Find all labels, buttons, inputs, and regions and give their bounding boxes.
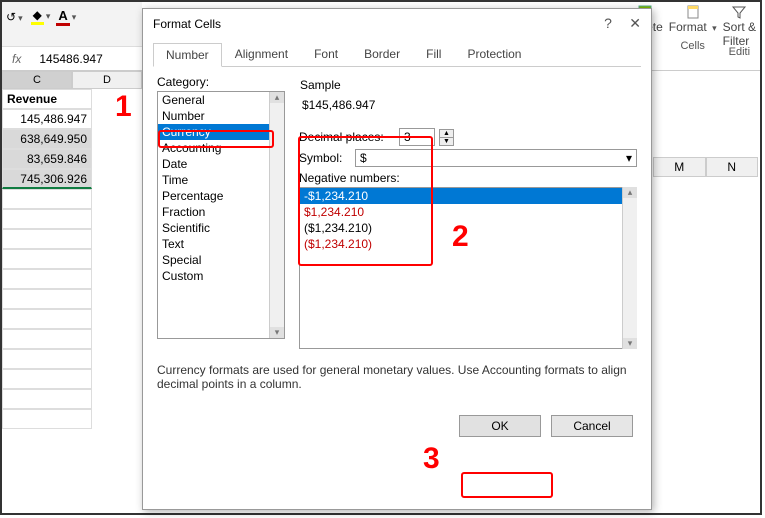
negative-scrollbar[interactable]: ▴▾ bbox=[622, 187, 637, 349]
empty-cell[interactable] bbox=[2, 409, 92, 429]
category-label: Category: bbox=[157, 75, 285, 89]
category-item-currency[interactable]: Currency bbox=[158, 124, 284, 140]
dialog-title: Format Cells bbox=[153, 17, 221, 31]
table-row[interactable]: 145,486.947 bbox=[2, 109, 92, 129]
tab-font[interactable]: Font bbox=[301, 42, 351, 66]
chevron-down-icon: ▾ bbox=[626, 151, 632, 165]
empty-cell[interactable] bbox=[2, 349, 92, 369]
empty-cell[interactable] bbox=[2, 189, 92, 209]
symbol-select[interactable]: $▾ bbox=[355, 149, 637, 167]
category-item-date[interactable]: Date bbox=[158, 156, 284, 172]
decimal-places-input[interactable]: 3 bbox=[399, 128, 435, 146]
sample-value: $145,486.947 bbox=[300, 94, 636, 116]
annotation-1: 1 bbox=[115, 90, 132, 124]
tab-number[interactable]: Number bbox=[153, 43, 222, 67]
spreadsheet-right-fragment: M N bbox=[653, 157, 758, 177]
category-item-fraction[interactable]: Fraction bbox=[158, 204, 284, 220]
category-item-text[interactable]: Text bbox=[158, 236, 284, 252]
annotation-3: 3 bbox=[423, 442, 440, 476]
negative-numbers-label: Negative numbers: bbox=[299, 171, 637, 185]
category-item-time[interactable]: Time bbox=[158, 172, 284, 188]
empty-cell[interactable] bbox=[2, 289, 92, 309]
fill-color-button[interactable]: ◆▾ bbox=[31, 8, 51, 22]
empty-cell[interactable] bbox=[2, 389, 92, 409]
format-button[interactable]: Format ▾ Cells bbox=[669, 4, 717, 58]
tab-fill[interactable]: Fill bbox=[413, 42, 454, 66]
negative-option[interactable]: -$1,234.210 bbox=[300, 188, 636, 204]
decimal-places-label: Decimal places: bbox=[299, 130, 395, 144]
sort-filter-button[interactable]: Sort & Filter Editi bbox=[723, 4, 756, 58]
ribbon-fragment: ↺▾ ◆▾ A▾ ↘ bbox=[2, 2, 142, 47]
cell-header-revenue[interactable]: Revenue bbox=[2, 89, 92, 109]
category-item-scientific[interactable]: Scientific bbox=[158, 220, 284, 236]
close-button[interactable]: ✕ bbox=[629, 15, 641, 31]
column-header-c[interactable]: C bbox=[2, 71, 72, 89]
category-item-custom[interactable]: Custom bbox=[158, 268, 284, 284]
column-header-n[interactable]: N bbox=[706, 157, 759, 177]
negative-option[interactable]: $1,234.210 bbox=[300, 204, 636, 220]
empty-cell[interactable] bbox=[2, 249, 92, 269]
decimal-places-stepper[interactable]: ▲▼ bbox=[439, 129, 454, 146]
column-header-m[interactable]: M bbox=[653, 157, 706, 177]
category-scrollbar[interactable]: ▴▾ bbox=[269, 92, 284, 338]
table-row[interactable]: 638,649.950 bbox=[2, 129, 92, 149]
column-header-d[interactable]: D bbox=[72, 71, 142, 89]
format-description: Currency formats are used for general mo… bbox=[143, 357, 651, 395]
symbol-label: Symbol: bbox=[299, 151, 351, 165]
font-color-button[interactable]: A▾ bbox=[56, 8, 76, 23]
category-item-special[interactable]: Special bbox=[158, 252, 284, 268]
category-item-accounting[interactable]: Accounting bbox=[158, 140, 284, 156]
empty-cell[interactable] bbox=[2, 269, 92, 289]
category-item-percentage[interactable]: Percentage bbox=[158, 188, 284, 204]
category-list[interactable]: General Number Currency Accounting Date … bbox=[157, 91, 285, 339]
help-button[interactable]: ? bbox=[604, 15, 612, 31]
tab-border[interactable]: Border bbox=[351, 42, 413, 66]
annotation-2: 2 bbox=[452, 220, 469, 254]
negative-numbers-list[interactable]: -$1,234.210 $1,234.210 ($1,234.210) ($1,… bbox=[299, 187, 637, 349]
dialog-tabs: Number Alignment Font Border Fill Protec… bbox=[153, 42, 641, 67]
table-row[interactable]: 83,659.846 bbox=[2, 149, 92, 169]
empty-cell[interactable] bbox=[2, 369, 92, 389]
sample-label: Sample bbox=[300, 78, 636, 92]
ok-button[interactable]: OK bbox=[459, 415, 541, 437]
tab-protection[interactable]: Protection bbox=[454, 42, 534, 66]
category-item-number[interactable]: Number bbox=[158, 108, 284, 124]
fx-label: fx bbox=[2, 52, 31, 66]
spreadsheet-fragment: C D Revenue 145,486.947 638,649.950 83,6… bbox=[2, 71, 142, 429]
formula-value[interactable]: 145486.947 bbox=[31, 52, 110, 66]
cancel-button[interactable]: Cancel bbox=[551, 415, 633, 437]
empty-cell[interactable] bbox=[2, 329, 92, 349]
empty-cell[interactable] bbox=[2, 209, 92, 229]
undo-dropdown[interactable]: ↺▾ bbox=[6, 10, 23, 24]
empty-cell[interactable] bbox=[2, 309, 92, 329]
category-item-general[interactable]: General bbox=[158, 92, 284, 108]
empty-cell[interactable] bbox=[2, 229, 92, 249]
tab-alignment[interactable]: Alignment bbox=[222, 42, 301, 66]
format-cells-dialog: Format Cells ? ✕ Number Alignment Font B… bbox=[142, 8, 652, 510]
table-row[interactable]: 745,306.926 bbox=[2, 169, 92, 189]
